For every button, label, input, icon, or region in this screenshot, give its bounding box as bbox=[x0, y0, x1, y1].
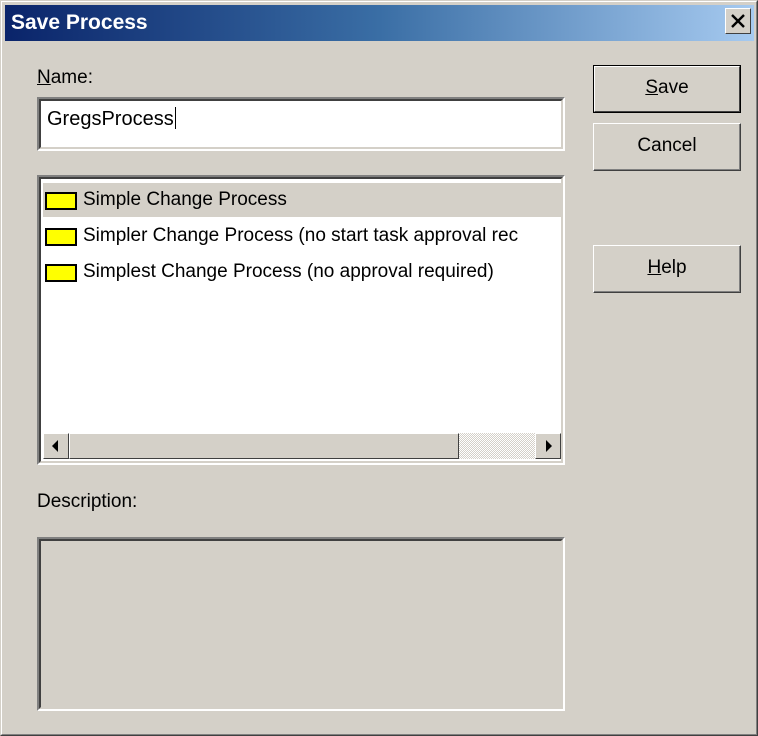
list-item[interactable]: Simplest Change Process (no approval req… bbox=[43, 255, 563, 289]
name-label: Name: bbox=[37, 67, 93, 88]
save-button[interactable]: Save bbox=[593, 65, 741, 113]
name-input-value: GregsProcess bbox=[47, 108, 174, 130]
list-item[interactable]: Simple Change Process bbox=[43, 183, 563, 217]
description-label: Description: bbox=[37, 491, 138, 512]
folder-icon bbox=[45, 192, 77, 210]
scroll-thumb[interactable] bbox=[69, 433, 459, 459]
arrow-right-icon bbox=[546, 440, 552, 452]
horizontal-scrollbar[interactable] bbox=[43, 433, 561, 459]
folder-icon bbox=[45, 228, 77, 246]
close-icon bbox=[731, 14, 745, 28]
close-button[interactable] bbox=[725, 8, 751, 34]
cancel-button[interactable]: Cancel bbox=[593, 123, 741, 171]
list-item[interactable]: Simpler Change Process (no start task ap… bbox=[43, 219, 563, 253]
dialog-title: Save Process bbox=[11, 11, 148, 34]
process-list[interactable]: Simple Change Process Simpler Change Pro… bbox=[37, 175, 565, 465]
name-input[interactable]: GregsProcess bbox=[37, 97, 565, 151]
help-button[interactable]: Help bbox=[593, 245, 741, 293]
save-process-dialog: Save Process Name: GregsProcess Simple C… bbox=[0, 0, 758, 736]
scroll-right-button[interactable] bbox=[535, 433, 561, 459]
scroll-left-button[interactable] bbox=[43, 433, 69, 459]
arrow-left-icon bbox=[52, 440, 58, 452]
folder-icon bbox=[45, 264, 77, 282]
title-bar[interactable]: Save Process bbox=[5, 5, 754, 41]
description-box bbox=[37, 537, 565, 711]
text-caret bbox=[174, 107, 176, 129]
